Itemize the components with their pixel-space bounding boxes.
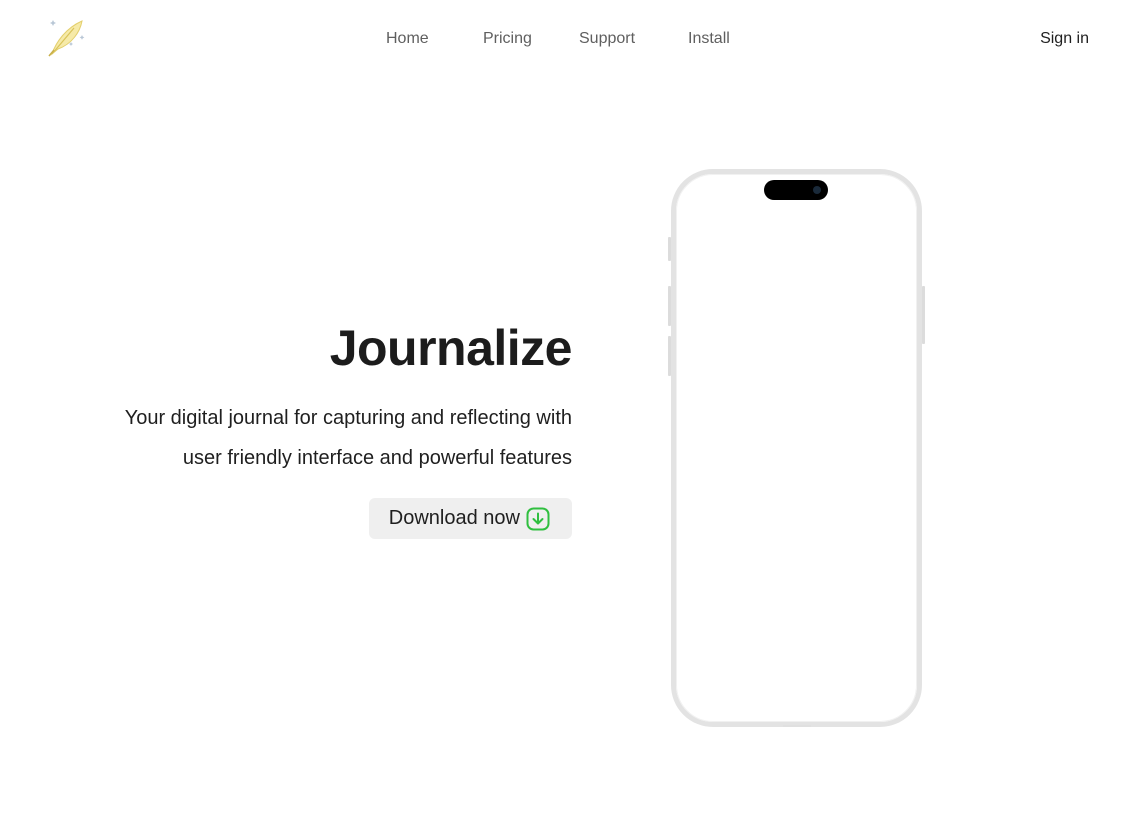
hero-title: Journalize (329, 320, 573, 376)
camera-icon (813, 186, 821, 194)
download-button-label: Download now (388, 507, 520, 529)
nav-support-link[interactable]: Support (579, 30, 635, 48)
download-arrow-icon (526, 507, 550, 531)
nav-pricing-link[interactable]: Pricing (483, 30, 532, 48)
nav-home-link[interactable]: Home (386, 30, 429, 48)
hero-description: Your digital journal for capturing and r… (124, 407, 572, 469)
phone-dynamic-island (764, 180, 828, 200)
sign-in-link[interactable]: Sign in (1040, 30, 1089, 48)
landing-page: Home Pricing Support Install Sign in Jou… (0, 0, 1141, 832)
phone-home-indicator (783, 725, 811, 727)
download-now-button[interactable]: Download now (368, 498, 572, 539)
phone-power-button (922, 286, 925, 344)
phone-screen (676, 174, 917, 722)
hero-section: Journalize Your digital journal for capt… (112, 318, 573, 539)
nav-install-link[interactable]: Install (688, 30, 730, 48)
main-nav: Home Pricing Support Install (0, 30, 1141, 52)
phone-mockup (671, 169, 922, 727)
